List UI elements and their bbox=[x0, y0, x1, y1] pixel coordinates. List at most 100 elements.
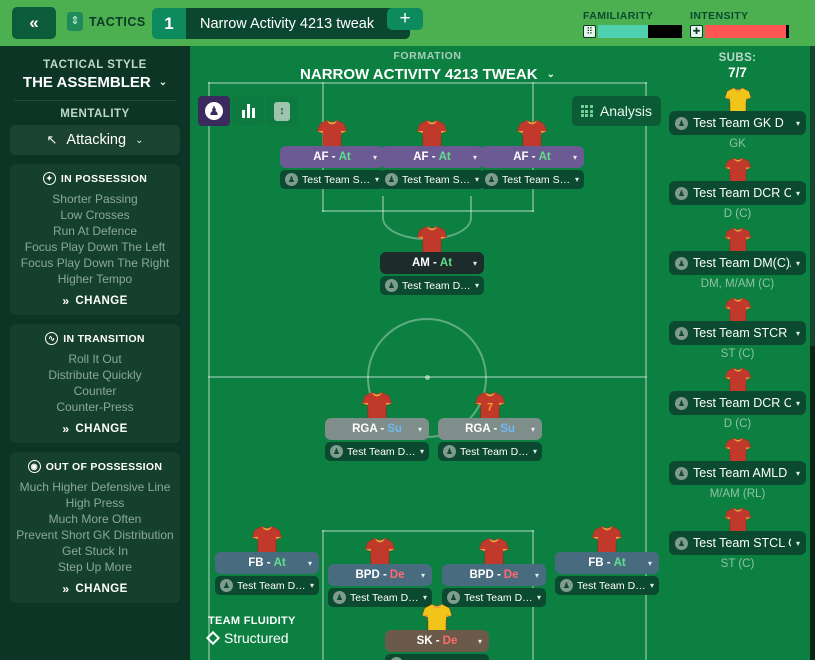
sub-player-dropdown[interactable]: ♟ Test Team STCR C ▾ bbox=[669, 321, 806, 345]
tactic-selector[interactable]: 1 Narrow Activity 4213 tweak ⌄ bbox=[152, 8, 410, 39]
player-role-dropdown[interactable]: BPD - De ▾ bbox=[328, 564, 432, 586]
phase-instruction: Focus Play Down The Left bbox=[24, 240, 166, 254]
phase-instruction: High Press bbox=[65, 496, 125, 510]
change-button[interactable]: » CHANGE bbox=[16, 582, 174, 596]
diamond-icon bbox=[205, 630, 221, 646]
mentality-dropdown[interactable]: ↖ Attacking ⌄ bbox=[10, 125, 180, 155]
collapse-sidebar-button[interactable]: « bbox=[12, 7, 56, 39]
change-label: CHANGE bbox=[75, 295, 128, 307]
player-role-dropdown[interactable]: AF - At ▾ bbox=[380, 146, 484, 168]
chevron-down-icon: ▾ bbox=[372, 152, 377, 162]
tactic-name-text: Narrow Activity 4213 tweak bbox=[200, 15, 375, 32]
sub-player-dropdown[interactable]: ♟ Test Team AMLD C ▾ bbox=[669, 461, 806, 485]
player-name-dropdown[interactable]: ♟ Test Team DM(C)AM...▾ bbox=[438, 442, 542, 461]
player-name-text: Test Team DM(C)AM... bbox=[460, 445, 529, 458]
player-role-dropdown[interactable]: RGA - Su ▾ bbox=[438, 418, 542, 440]
sub-entry[interactable]: ♟ Test Team AMLD C ▾ M/AM (RL) bbox=[665, 436, 810, 500]
player-card[interactable]: AF -At▾ ♟Test Team STCL C▾ bbox=[280, 118, 384, 189]
sub-entry[interactable]: ♟ Test Team STCR C ▾ ST (C) bbox=[665, 296, 810, 360]
player-view-button[interactable]: ♟ bbox=[198, 96, 230, 126]
analysis-button[interactable]: Analysis bbox=[571, 96, 661, 126]
player-name-dropdown[interactable]: ♟Test Team GK C▾ bbox=[385, 654, 489, 660]
player-name-dropdown[interactable]: ♟ Test Team DM(C)AM...▾ bbox=[380, 276, 484, 295]
sub-player-position: ST (C) bbox=[720, 348, 755, 360]
player-card[interactable]: BPD -De▾♟Test Team DCR C▾ bbox=[442, 536, 546, 607]
player-name-dropdown[interactable]: ♟ Test Team DLWBL C▾ bbox=[215, 576, 319, 595]
tactic-name-dropdown[interactable]: Narrow Activity 4213 tweak ⌄ bbox=[186, 8, 410, 39]
player-role-dropdown[interactable]: RGA - Su ▾ bbox=[325, 418, 429, 440]
person-icon: ♟ bbox=[205, 102, 223, 120]
sub-player-dropdown[interactable]: ♟ Test Team DM(C)AM L D ▾ bbox=[669, 251, 806, 275]
player-name-text: Test Team STCR C bbox=[402, 173, 471, 186]
change-button[interactable]: » CHANGE bbox=[16, 294, 174, 308]
tactical-style-dropdown[interactable]: THE ASSEMBLER ⌄ bbox=[10, 74, 180, 91]
mentality-label: MENTALITY bbox=[60, 108, 130, 120]
sub-player-position: DM, M/AM (C) bbox=[700, 278, 775, 290]
player-name-dropdown[interactable]: ♟ Test Team STCR C▾ bbox=[380, 170, 484, 189]
sub-entry[interactable]: ♟ Test Team GK D ▾ GK bbox=[665, 86, 810, 150]
player-role-text: AF - bbox=[313, 151, 336, 163]
sub-entry[interactable]: ♟ Test Team DCR C ▾ D (C) bbox=[665, 156, 810, 220]
player-name-dropdown[interactable]: ♟ Test Team DRWBR C▾ bbox=[555, 576, 659, 595]
player-role-dropdown[interactable]: AM - At ▾ bbox=[380, 252, 484, 274]
change-button[interactable]: » CHANGE bbox=[16, 422, 174, 436]
sub-player-dropdown[interactable]: ♟ Test Team GK D ▾ bbox=[669, 111, 806, 135]
player-card[interactable]: SK -De ▾ ♟Test Team GK C▾ bbox=[385, 602, 489, 660]
avatar: ♟ bbox=[285, 173, 298, 186]
stats-view-button[interactable] bbox=[232, 96, 264, 126]
sub-player-position: D (C) bbox=[723, 418, 752, 430]
pitch-box-bottom-top bbox=[322, 530, 534, 532]
player-name-dropdown[interactable]: ♟ Test Team STCR C▾ bbox=[480, 170, 584, 189]
tactics-breadcrumb[interactable]: ⇕ TACTICS bbox=[67, 12, 146, 31]
avatar: ♟ bbox=[485, 173, 498, 186]
avatar: ♟ bbox=[220, 579, 233, 592]
sub-player-dropdown[interactable]: ♟ Test Team DCR C ▾ bbox=[669, 181, 806, 205]
sub-player-dropdown[interactable]: ♟ Test Team STCL C ▾ bbox=[669, 531, 806, 555]
sub-player-position: ST (C) bbox=[720, 558, 755, 570]
tactical-style-label: TACTICAL STYLE bbox=[43, 59, 147, 71]
sub-entry[interactable]: ♟ Test Team DCR C ▾ D (C) bbox=[665, 366, 810, 430]
mentality-value: Attacking bbox=[66, 132, 127, 148]
player-role-dropdown[interactable]: FB - At ▾ bbox=[215, 552, 319, 574]
phase-title: ◉ OUT OF POSSESSION bbox=[16, 460, 174, 473]
phase-instruction-list: Roll It Out Distribute Quickly Counter Coun… bbox=[16, 351, 174, 415]
tactics-sidebar: TACTICAL STYLE THE ASSEMBLER ⌄ MENTALITY… bbox=[0, 46, 190, 660]
player-card[interactable]: AF -At▾ ♟Test Team STCR C▾ bbox=[380, 118, 484, 189]
player-card[interactable]: AM -At▾ ♟Test Team DM(C)AM...▾ bbox=[380, 224, 484, 295]
updown-arrows-icon: ⇕ bbox=[67, 12, 83, 31]
sub-entry[interactable]: ♟ Test Team STCL C ▾ ST (C) bbox=[665, 506, 810, 570]
chevron-down-icon: ▾ bbox=[472, 152, 477, 162]
player-card[interactable]: FB -At▾ ♟Test Team DRWBR C▾ bbox=[555, 524, 659, 595]
avatar: ♟ bbox=[675, 536, 688, 550]
player-card[interactable]: BPD -De▾♟Test Team DCL C▾ bbox=[328, 536, 432, 607]
change-label: CHANGE bbox=[75, 583, 128, 595]
player-card[interactable]: FB -At▾ ♟Test Team DLWBL C▾ bbox=[215, 524, 319, 595]
player-role-text: BPD - bbox=[355, 569, 387, 581]
player-card[interactable]: 7RGA -Su▾♟Test Team DM(C)AM...▾ bbox=[438, 390, 542, 461]
formation-dropdown[interactable]: NARROW ACTIVITY 4213 TWEAK ⌄ bbox=[190, 66, 665, 83]
player-name-dropdown[interactable]: ♟ Test Team STCL C▾ bbox=[280, 170, 384, 189]
sub-player-name: Test Team STCR C bbox=[693, 326, 791, 340]
chevron-down-icon: ▾ bbox=[536, 593, 541, 602]
phase-icon: ✦ bbox=[42, 172, 56, 185]
chevron-down-icon: ▾ bbox=[474, 281, 479, 290]
player-role-dropdown[interactable]: AF - At ▾ bbox=[480, 146, 584, 168]
chevron-down-icon: ▾ bbox=[649, 581, 654, 590]
player-card[interactable]: RGA -Su▾ ♟Test Team DM(C)AM L...▾ bbox=[325, 390, 429, 461]
player-role-text: AF - bbox=[513, 151, 536, 163]
scrollbar-thumb[interactable] bbox=[810, 46, 815, 346]
intensity-fill bbox=[705, 25, 787, 38]
phase-panel-2: ◉ OUT OF POSSESSION Much Higher Defensive … bbox=[10, 452, 180, 603]
player-role-dropdown[interactable]: AF - At ▾ bbox=[280, 146, 384, 168]
player-card[interactable]: AF -At▾ ♟Test Team STCR C▾ bbox=[480, 118, 584, 189]
sub-entry[interactable]: ♟ Test Team DM(C)AM L D ▾ DM, M/AM (C) bbox=[665, 226, 810, 290]
player-name-dropdown[interactable]: ♟ Test Team DM(C)AM L...▾ bbox=[325, 442, 429, 461]
double-chevron-right-icon: » bbox=[62, 582, 70, 596]
sub-player-dropdown[interactable]: ♟ Test Team DCR C ▾ bbox=[669, 391, 806, 415]
add-tactic-button[interactable]: + bbox=[387, 8, 423, 30]
phase-instruction: Step Up More bbox=[57, 560, 133, 574]
page-scrollbar[interactable] bbox=[810, 46, 815, 660]
player-role-dropdown[interactable]: BPD - De ▾ bbox=[442, 564, 546, 586]
player-role-dropdown[interactable]: FB - At ▾ bbox=[555, 552, 659, 574]
player-role-dropdown[interactable]: SK - De ▾ bbox=[385, 630, 489, 652]
